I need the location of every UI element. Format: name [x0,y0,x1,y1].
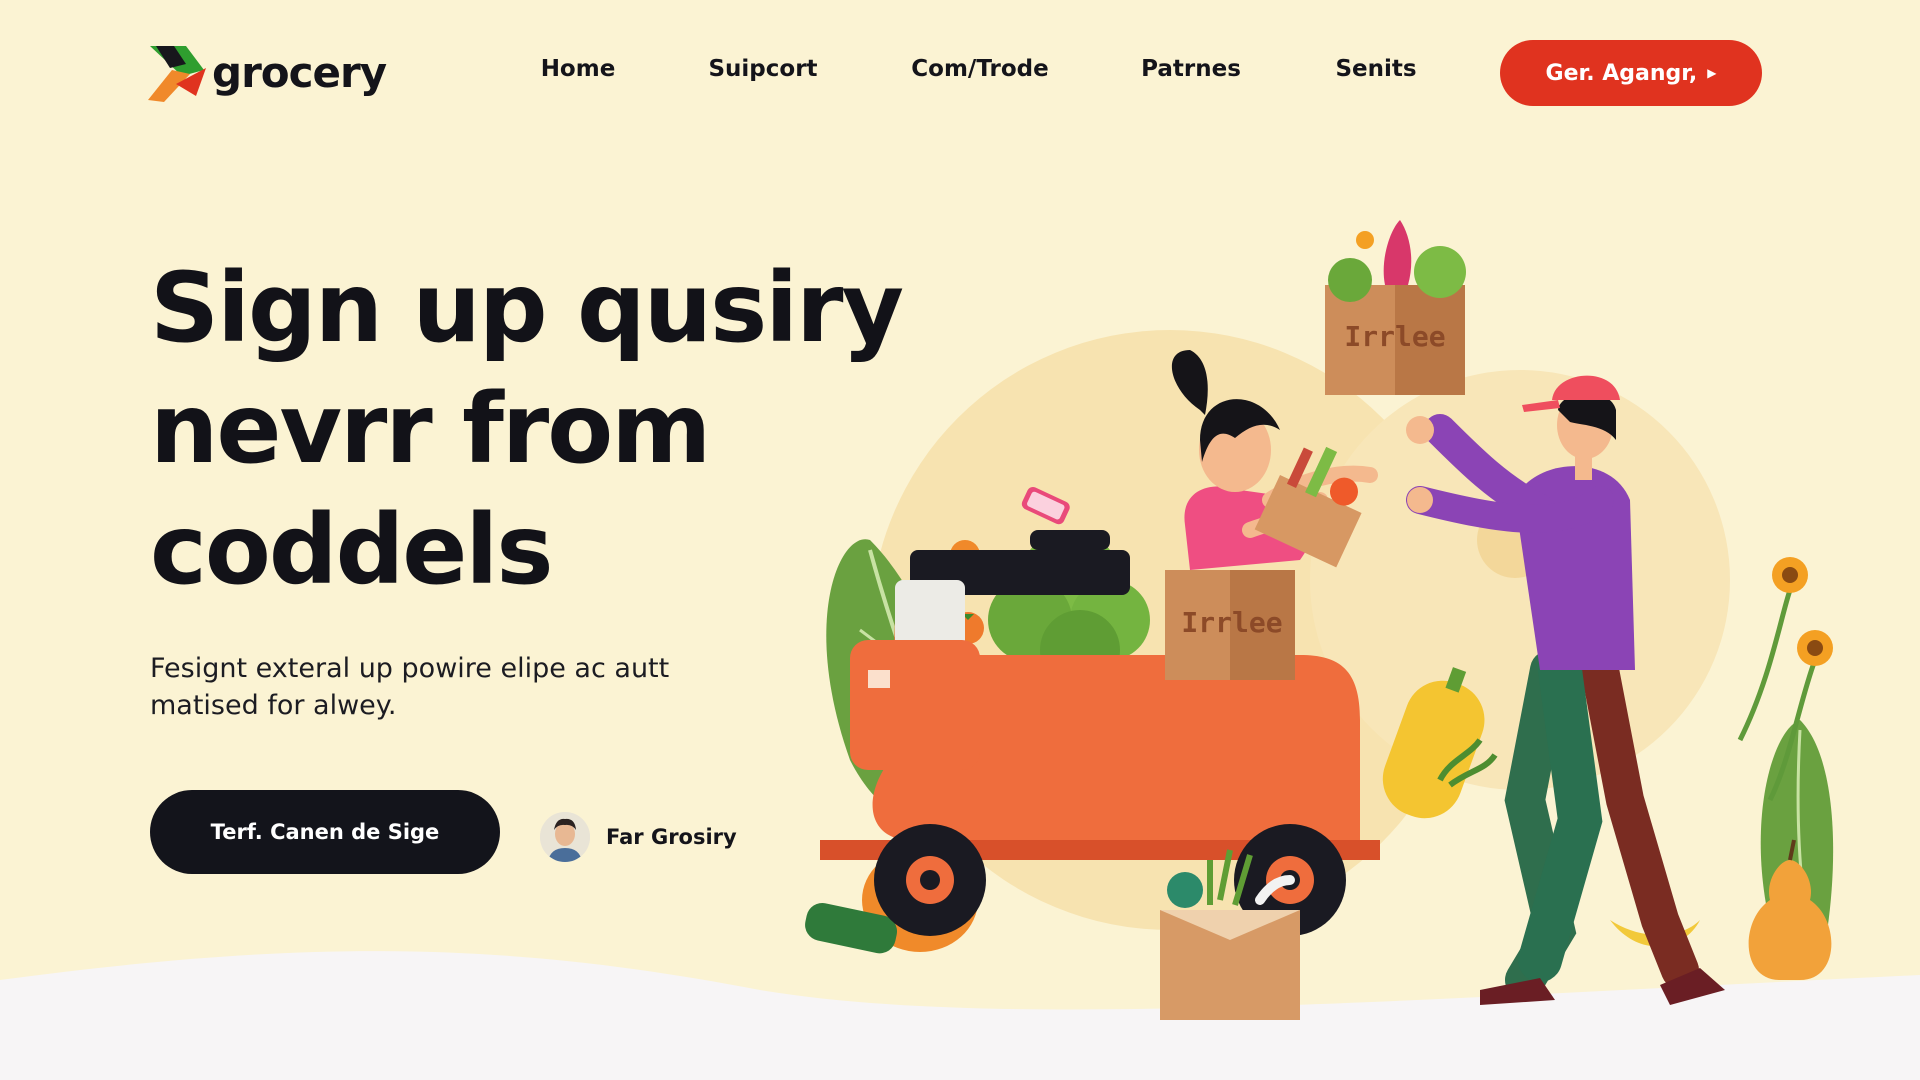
logo-mark-icon [148,46,206,102]
delivery-illustration: Irrlee Irrlee [805,220,1834,1020]
nav-link-support[interactable]: Suipcort [708,56,817,82]
arrow-right-icon: ▶ [1707,66,1717,80]
wheel-icon [874,824,986,936]
get-started-label: Ger. Agangr, [1545,60,1698,86]
nav-link-partners[interactable]: Patrnes [1141,56,1241,82]
nav-link-senits[interactable]: Senits [1335,56,1416,82]
grocery-box-top: Irrlee [1325,220,1466,395]
get-started-button[interactable]: Ger. Agangr, ▶ [1500,40,1762,106]
user-name: Far Grosiry [606,825,737,849]
box-label-top: Irrlee [1344,320,1445,353]
hero-subtitle-line-1: Fesignt exteral up powire elipe ac autt [150,653,670,684]
hero-subtitle-line-2: matised for alwey. [150,690,397,721]
sign-up-button[interactable]: Terf. Canen de Sige [150,790,500,874]
brand-name: grocery [212,47,387,97]
user-chip[interactable]: Far Grosiry [540,812,737,862]
nav-link-home[interactable]: Home [541,56,616,82]
grocery-box-cart: Irrlee [1165,570,1295,680]
brand-logo[interactable]: grocery [146,44,387,104]
box-label-cart: Irrlee [1181,606,1282,639]
nav-link-comtrade[interactable]: Com/Trode [911,56,1048,82]
hero-subtitle: Fesignt exteral up powire elipe ac autt … [150,650,750,724]
avatar-icon [540,812,590,862]
top-navigation: grocery Home Suipcort Com/Trode Patrnes … [0,0,1920,150]
